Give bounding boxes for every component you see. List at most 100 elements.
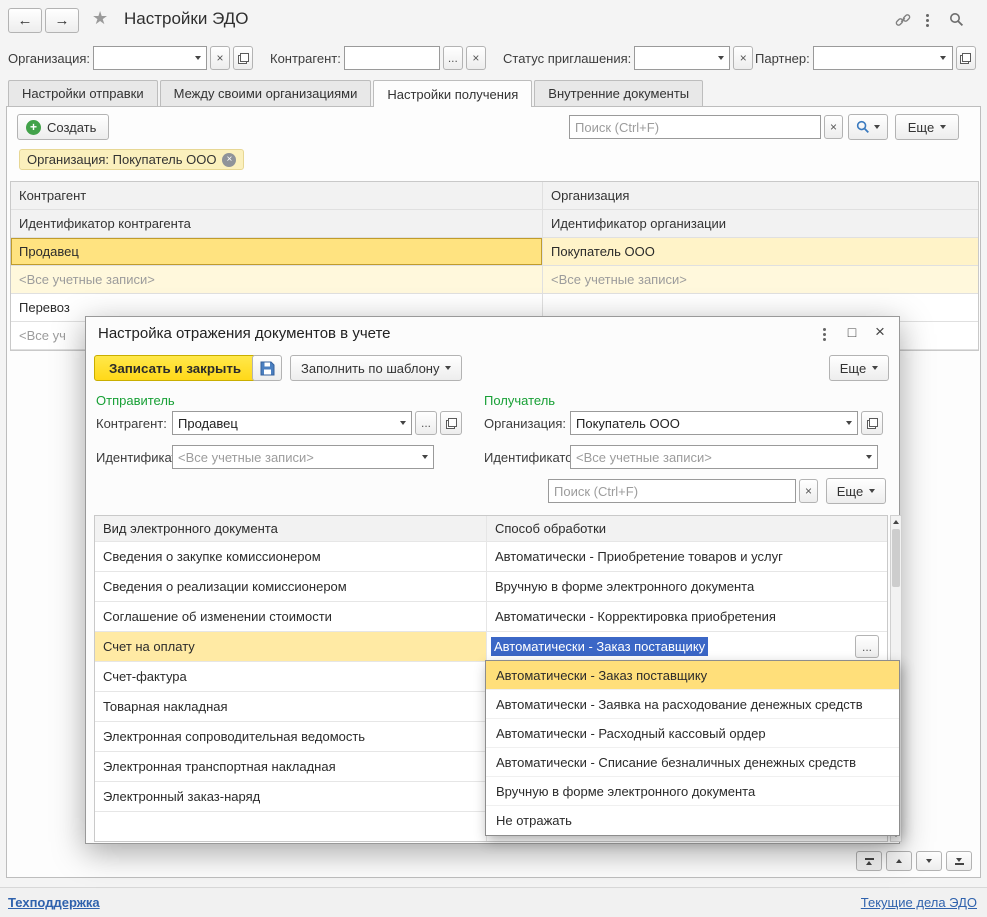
go-to-top-button[interactable] xyxy=(856,851,882,871)
go-to-bottom-button[interactable] xyxy=(946,851,972,871)
chevron-down-icon[interactable] xyxy=(394,412,411,434)
chevron-down-icon[interactable] xyxy=(860,446,877,468)
current-edo-tasks-link[interactable]: Текущие дела ЭДО xyxy=(861,895,977,910)
table-row[interactable]: <Все учетные записи> <Все учетные записи… xyxy=(11,266,978,294)
dialog-search-input[interactable] xyxy=(549,480,795,502)
cell-document-type[interactable]: Соглашение об изменении стоимости xyxy=(95,602,487,631)
dialog-close-icon[interactable]: × xyxy=(869,321,891,343)
organization-open-button[interactable] xyxy=(233,46,253,70)
table-row[interactable]: Сведения о закупке комиссионером Автомат… xyxy=(95,542,887,572)
counterparty-input[interactable] xyxy=(173,412,394,434)
chip-close-icon[interactable]: × xyxy=(222,153,236,167)
cell-document-type[interactable]: Электронный заказ-наряд xyxy=(95,782,487,811)
table-row[interactable]: Продавец Покупатель ООО xyxy=(11,238,978,266)
create-button[interactable]: + Создать xyxy=(17,114,109,140)
global-search-icon[interactable] xyxy=(949,12,965,28)
dropdown-item[interactable]: Не отражать xyxy=(486,806,899,835)
scrollbar-thumb[interactable] xyxy=(892,529,900,587)
cell-document-type[interactable]: Счет-фактура xyxy=(95,662,487,691)
page-down-button[interactable] xyxy=(916,851,942,871)
dropdown-item-selected[interactable]: Автоматически - Заказ поставщику xyxy=(486,661,899,690)
table-row-selected[interactable]: Счет на оплату Автоматически - Заказ пос… xyxy=(95,632,887,662)
column-header-counterparty-id[interactable]: Идентификатор контрагента xyxy=(11,210,543,237)
open-icon xyxy=(446,418,457,429)
invite-status-filter-input[interactable] xyxy=(635,47,712,69)
forward-button[interactable]: → xyxy=(45,8,79,33)
dialog-more-button[interactable]: Еще xyxy=(829,355,889,381)
organization-filter-input[interactable] xyxy=(94,47,189,69)
cell-counterparty-id[interactable]: <Все учетные записи> xyxy=(11,266,543,293)
cell-document-type[interactable]: Счет на оплату xyxy=(95,632,487,661)
page-up-button[interactable] xyxy=(886,851,912,871)
partner-filter-input[interactable] xyxy=(814,47,935,69)
cell-document-type[interactable]: Сведения о закупке комиссионером xyxy=(95,542,487,571)
chevron-down-icon[interactable] xyxy=(935,47,952,69)
list-search-clear-button[interactable]: × xyxy=(824,115,843,139)
cell-counterparty[interactable]: Продавец xyxy=(11,238,543,265)
partner-filter-field xyxy=(813,46,953,70)
organization-clear-button[interactable]: × xyxy=(210,46,230,70)
tab-receive-settings[interactable]: Настройки получения xyxy=(373,80,532,107)
dialog-search-clear-button[interactable]: × xyxy=(799,479,818,503)
dropdown-item[interactable]: Автоматически - Заявка на расходование д… xyxy=(486,690,899,719)
fill-by-template-button[interactable]: Заполнить по шаблону xyxy=(290,355,462,381)
tab-between-organizations[interactable]: Между своими организациями xyxy=(160,80,372,107)
cell-document-type[interactable]: Сведения о реализации комиссионером xyxy=(95,572,487,601)
cell-document-type[interactable]: Товарная накладная xyxy=(95,692,487,721)
sender-identifier-input[interactable] xyxy=(173,446,416,468)
chevron-down-icon[interactable] xyxy=(416,446,433,468)
chevron-down-icon[interactable] xyxy=(189,47,206,69)
tab-internal-documents[interactable]: Внутренние документы xyxy=(534,80,703,107)
invite-status-clear-button[interactable]: × xyxy=(733,46,753,70)
column-header-processing-method[interactable]: Способ обработки xyxy=(487,516,887,541)
save-button[interactable] xyxy=(252,355,282,381)
organization-open-button[interactable] xyxy=(861,411,883,435)
cell-processing-method[interactable]: Автоматически - Корректировка приобретен… xyxy=(487,602,887,631)
partner-open-button[interactable] xyxy=(956,46,976,70)
link-icon[interactable] xyxy=(895,12,911,28)
back-button[interactable]: ← xyxy=(8,8,42,33)
more-menu-icon[interactable] xyxy=(919,12,935,28)
counterparty-choose-button[interactable]: ... xyxy=(443,46,463,70)
cell-processing-method[interactable]: Автоматически - Приобретение товаров и у… xyxy=(487,542,887,571)
save-and-close-button[interactable]: Записать и закрыть xyxy=(94,355,256,381)
list-search-options-button[interactable] xyxy=(848,114,888,140)
counterparty-open-button[interactable] xyxy=(440,411,462,435)
tech-support-link[interactable]: Техподдержка xyxy=(8,895,100,910)
list-search-input[interactable] xyxy=(570,116,820,138)
dialog-menu-icon[interactable] xyxy=(813,324,835,344)
counterparty-filter-input[interactable] xyxy=(345,47,439,69)
table-row[interactable]: Сведения о реализации комиссионером Вруч… xyxy=(95,572,887,602)
dialog-table-more-button[interactable]: Еще xyxy=(826,478,886,504)
plus-icon: + xyxy=(26,120,41,135)
processing-method-edit-cell[interactable]: Автоматически - Заказ поставщику ... xyxy=(487,632,887,661)
list-search-field xyxy=(569,115,821,139)
cell-processing-method[interactable]: Вручную в форме электронного документа xyxy=(487,572,887,601)
organization-input[interactable] xyxy=(571,412,840,434)
column-header-organization[interactable]: Организация xyxy=(543,182,978,209)
column-header-organization-id[interactable]: Идентификатор организации xyxy=(543,210,978,237)
column-header-document-type[interactable]: Вид электронного документа xyxy=(95,516,487,541)
scroll-up-icon[interactable] xyxy=(891,516,901,528)
organization-filter-chip[interactable]: Организация: Покупатель ООО × xyxy=(19,149,244,170)
dropdown-item[interactable]: Автоматически - Расходный кассовый ордер xyxy=(486,719,899,748)
dropdown-item[interactable]: Вручную в форме электронного документа xyxy=(486,777,899,806)
list-more-button[interactable]: Еще xyxy=(895,114,959,140)
cell-document-type[interactable]: Электронная сопроводительная ведомость xyxy=(95,722,487,751)
favorite-star-icon[interactable]: ★ xyxy=(92,8,108,29)
chevron-down-icon[interactable] xyxy=(712,47,729,69)
cell-organization[interactable]: Покупатель ООО xyxy=(543,238,978,265)
dialog-maximize-icon[interactable]: □ xyxy=(841,321,863,343)
column-header-counterparty[interactable]: Контрагент xyxy=(11,182,543,209)
dropdown-item[interactable]: Автоматически - Списание безналичных ден… xyxy=(486,748,899,777)
counterparty-clear-button[interactable]: × xyxy=(466,46,486,70)
receiver-identifier-input[interactable] xyxy=(571,446,860,468)
table-row[interactable]: Соглашение об изменении стоимости Автома… xyxy=(95,602,887,632)
close-icon: × xyxy=(740,52,747,64)
counterparty-choose-button[interactable]: ... xyxy=(415,411,437,435)
choose-method-button[interactable]: ... xyxy=(855,635,879,658)
cell-document-type[interactable]: Электронная транспортная накладная xyxy=(95,752,487,781)
chevron-down-icon[interactable] xyxy=(840,412,857,434)
cell-organization-id[interactable]: <Все учетные записи> xyxy=(543,266,978,293)
tab-send-settings[interactable]: Настройки отправки xyxy=(8,80,158,107)
